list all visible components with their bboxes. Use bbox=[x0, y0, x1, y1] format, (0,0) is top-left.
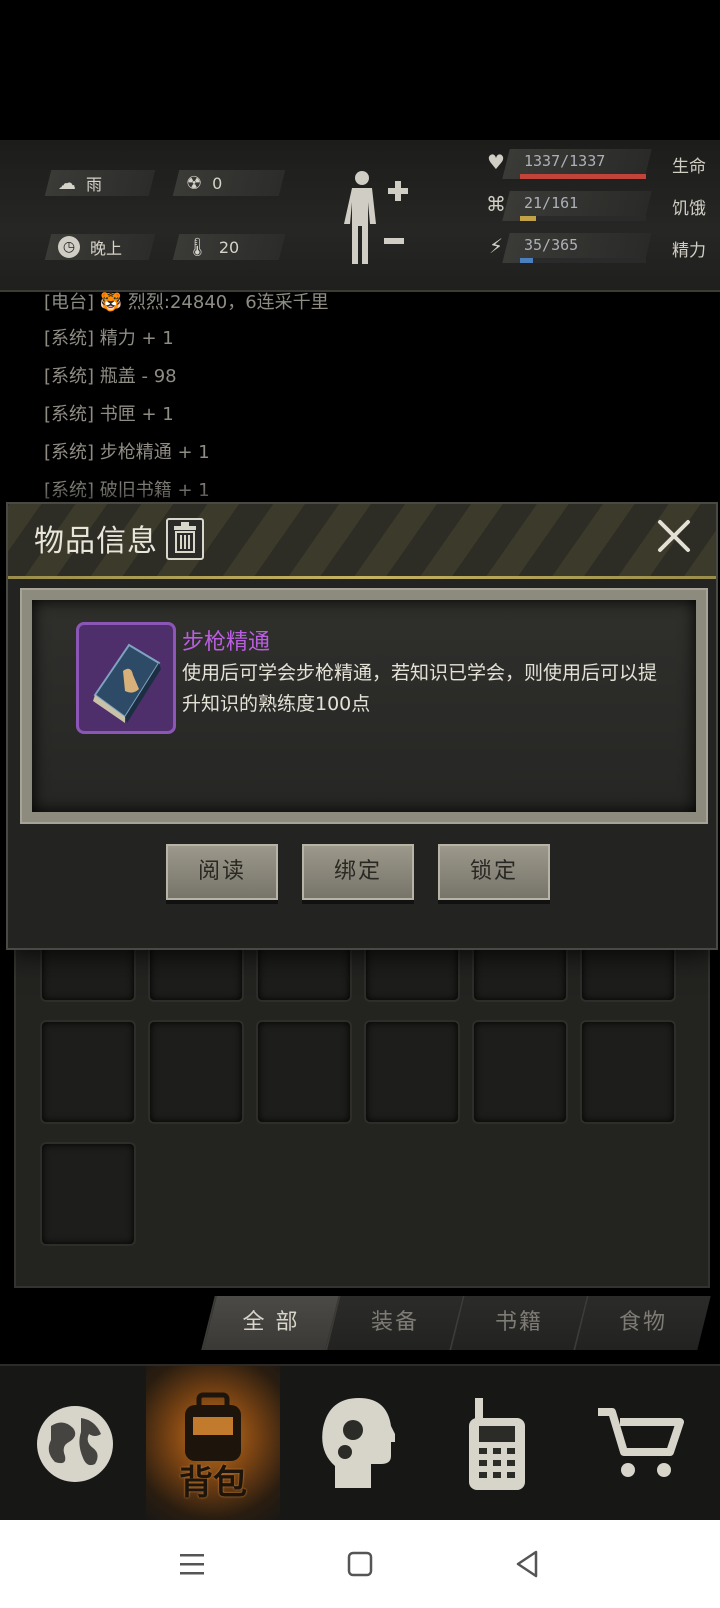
clock-icon: ◷ bbox=[58, 236, 80, 258]
temperature-chip: 🌡 20 bbox=[172, 234, 286, 260]
tab-books[interactable]: 书籍 bbox=[449, 1296, 587, 1350]
inventory-slot[interactable] bbox=[40, 1020, 136, 1124]
inventory-slot[interactable] bbox=[148, 1020, 244, 1124]
nav-skills[interactable] bbox=[284, 1366, 426, 1522]
body-figure-icon[interactable] bbox=[344, 168, 414, 268]
health-label: 生命 bbox=[672, 157, 706, 177]
log-line: [系统] 步枪精通 + 1 bbox=[44, 442, 210, 463]
temperature-value: 20 bbox=[218, 237, 240, 257]
time-value: 晚上 bbox=[90, 239, 123, 258]
nav-backpack-label: 背包 bbox=[179, 1463, 247, 1503]
inventory-slot[interactable] bbox=[472, 1020, 568, 1124]
dialog-header: 物品信息 bbox=[8, 504, 716, 579]
energy-bar bbox=[520, 258, 533, 263]
read-button[interactable]: 阅读 bbox=[166, 844, 278, 900]
globe-icon bbox=[37, 1406, 113, 1482]
dialog-title: 物品信息 bbox=[34, 524, 158, 559]
radiation-value: 0 bbox=[212, 173, 223, 193]
message-log[interactable]: [电台] 🐯 烈烈:24840，6连采千里 [系统] 精力 + 1 [系统] 瓶… bbox=[0, 292, 720, 502]
inventory-slot[interactable] bbox=[256, 1020, 352, 1124]
log-line: [系统] 破旧书籍 + 1 bbox=[44, 480, 210, 501]
tab-all[interactable]: 全 部 bbox=[201, 1296, 339, 1350]
energy-label: 精力 bbox=[672, 241, 706, 261]
heart-icon: ♥ bbox=[487, 150, 505, 174]
item-info-dialog: 物品信息 步枪精通 使用后可学会步枪精通，若知识已学会，则使用后可以提升知识的熟… bbox=[6, 502, 718, 950]
book-icon bbox=[76, 622, 176, 734]
radiation-icon: ☢ bbox=[186, 172, 203, 194]
walkie-talkie-icon bbox=[469, 1398, 525, 1490]
health-bar bbox=[520, 174, 646, 179]
tab-equipment[interactable]: 装备 bbox=[325, 1296, 463, 1350]
bottom-nav: 背包 bbox=[0, 1364, 720, 1522]
weather-value: 雨 bbox=[86, 175, 103, 194]
log-line: [系统] 瓶盖 - 98 bbox=[44, 366, 177, 387]
stat-energy: ⚡ 35/365 精力 bbox=[484, 230, 712, 266]
thermometer-icon: 🌡 bbox=[186, 236, 209, 258]
stat-hunger: ⌘ 21/161 饥饿 bbox=[484, 188, 712, 224]
nav-radio[interactable] bbox=[426, 1366, 568, 1522]
trash-icon[interactable] bbox=[166, 518, 204, 560]
nav-shop[interactable] bbox=[570, 1366, 712, 1522]
stomach-icon: ⌘ bbox=[486, 192, 506, 216]
energy-icon: ⚡ bbox=[488, 234, 504, 258]
stat-health: ♥ 1337/1337 生命 bbox=[484, 146, 712, 182]
bind-button[interactable]: 绑定 bbox=[302, 844, 414, 900]
inventory-slot[interactable] bbox=[580, 1020, 676, 1124]
home-icon[interactable] bbox=[340, 1544, 380, 1584]
energy-value: 35/365 bbox=[524, 236, 579, 254]
lock-button[interactable]: 锁定 bbox=[438, 844, 550, 900]
item-description: 使用后可学会步枪精通，若知识已学会，则使用后可以提升知识的熟练度100点 bbox=[182, 662, 658, 715]
time-chip: ◷ 晚上 bbox=[44, 234, 156, 260]
cart-icon bbox=[598, 1408, 684, 1477]
back-icon[interactable] bbox=[508, 1544, 548, 1584]
status-bar: ☁ 雨 ☢ 0 ◷ 晚上 🌡 20 ♥ 1337/1337 生命 ⌘ 21/16… bbox=[0, 140, 720, 292]
hunger-label: 饥饿 bbox=[672, 199, 706, 219]
head-gears-icon bbox=[322, 1398, 395, 1488]
category-tabs: 全 部 装备 书籍 食物 bbox=[200, 1296, 712, 1352]
menu-icon[interactable] bbox=[172, 1544, 212, 1584]
nav-backpack[interactable]: 背包 bbox=[146, 1366, 280, 1522]
radiation-chip: ☢ 0 bbox=[172, 170, 286, 196]
health-value: 1337/1337 bbox=[524, 152, 606, 170]
tab-food[interactable]: 食物 bbox=[573, 1296, 711, 1350]
log-line: [电台] 🐯 烈烈:24840，6连采千里 bbox=[44, 292, 329, 313]
system-nav-bar bbox=[0, 1520, 720, 1608]
weather-chip: ☁ 雨 bbox=[44, 170, 156, 196]
close-icon[interactable] bbox=[654, 516, 694, 556]
inventory-slot[interactable] bbox=[364, 1020, 460, 1124]
log-line: [系统] 精力 + 1 bbox=[44, 328, 174, 349]
hunger-bar bbox=[520, 216, 537, 221]
inventory-panel bbox=[14, 926, 710, 1288]
nav-world[interactable] bbox=[4, 1366, 146, 1522]
hunger-value: 21/161 bbox=[524, 194, 579, 212]
item-info-frame: 步枪精通 使用后可学会步枪精通，若知识已学会，则使用后可以提升知识的熟练度100… bbox=[20, 588, 708, 824]
rain-cloud-icon: ☁ bbox=[58, 172, 76, 194]
inventory-slot[interactable] bbox=[40, 1142, 136, 1246]
item-name: 步枪精通 bbox=[182, 630, 271, 655]
item-info-panel: 步枪精通 使用后可学会步枪精通，若知识已学会，则使用后可以提升知识的熟练度100… bbox=[32, 600, 696, 812]
log-line: [系统] 书匣 + 1 bbox=[44, 404, 174, 425]
